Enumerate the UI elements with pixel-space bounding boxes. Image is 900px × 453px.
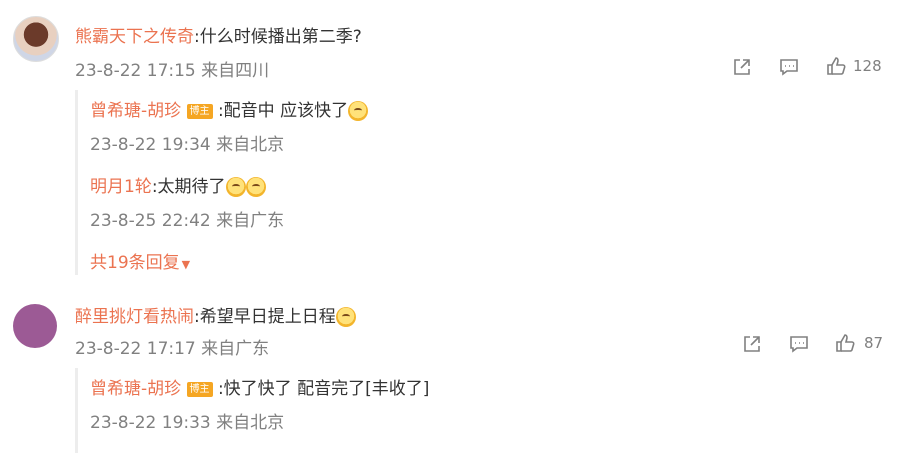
emoji-icon [348,101,369,121]
reply-text: :太期待了 [151,177,226,197]
comment-line: 醉里挑灯看热闹:希望早日提上日程 [75,302,356,327]
comment-meta: 23-8-22 17:15 来自四川 [75,61,270,81]
comment-text: :希望早日提上日程 [194,307,336,327]
like-count: 128 [853,57,882,75]
blogger-badge: 博主 [186,103,213,119]
thumbs-up-icon[interactable] [825,55,847,77]
blogger-badge: 博主 [186,381,213,397]
more-replies-label: 共19条回复 [90,253,180,273]
reply-meta: 23-8-25 22:42 来自广东 [90,211,285,231]
caret-down-icon: ▼ [181,258,191,271]
like-count: 87 [864,334,884,352]
emoji-icon [335,307,356,327]
avatar[interactable] [13,16,59,62]
reply-line: 明月1轮:太期待了 [90,172,266,197]
comment-username[interactable]: 熊霸天下之传奇 [75,27,194,47]
reply-divider [75,90,78,275]
reply-meta: 23-8-22 19:34 来自北京 [90,135,285,155]
comment-username[interactable]: 醉里挑灯看热闹 [75,307,194,327]
emoji-icon [245,177,266,197]
reply-username[interactable]: 曾希瑭-胡珍 [90,101,181,121]
avatar[interactable] [13,304,57,348]
emoji-icon [225,177,246,197]
reply-divider [75,368,78,453]
reply-text: :配音中 应该快了 [217,101,349,121]
thumbs-up-icon[interactable] [834,332,856,354]
share-icon[interactable] [731,56,753,78]
reply-meta: 23-8-22 19:33 来自北京 [90,413,285,433]
share-icon[interactable] [741,333,763,355]
reply-line: 曾希瑭-胡珍 博主 :配音中 应该快了 [90,96,369,121]
reply-line: 曾希瑭-胡珍 博主 :快了快了 配音完了[丰收了] [90,374,429,399]
comment-line: 熊霸天下之传奇:什么时候播出第二季? [75,22,362,47]
comment-icon[interactable] [778,56,800,78]
reply-username[interactable]: 曾希瑭-胡珍 [90,379,181,399]
comment-text: :什么时候播出第二季? [194,27,362,47]
comment-icon[interactable] [788,333,810,355]
comment-meta: 23-8-22 17:17 来自广东 [75,339,270,359]
reply-username[interactable]: 明月1轮 [90,177,152,197]
reply-text: :快了快了 配音完了[丰收了] [217,379,430,399]
more-replies-link[interactable]: 共19条回复 ▼ [90,248,190,273]
